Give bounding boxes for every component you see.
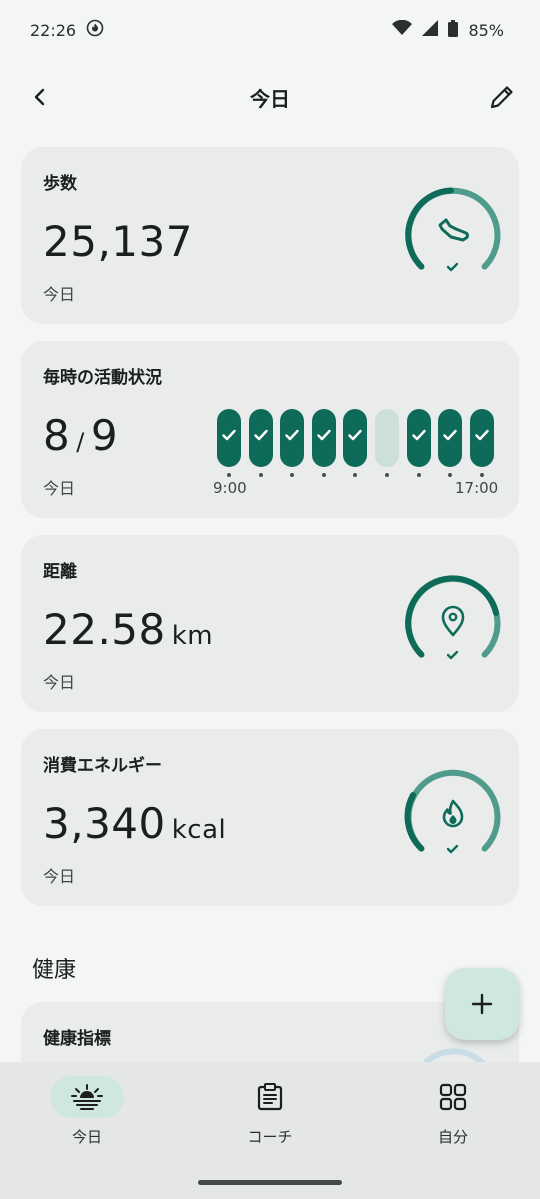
hour-bar	[311, 409, 336, 467]
steps-value: 25,137	[43, 217, 193, 266]
sunrise-icon	[71, 1084, 103, 1110]
energy-number: 3,340	[43, 799, 166, 848]
flame-notification-icon	[86, 19, 104, 41]
distance-value: 22.58 km	[43, 605, 213, 654]
goal-check-icon	[446, 844, 459, 854]
distance-progress-ring	[405, 575, 501, 660]
goal-check-icon	[446, 650, 459, 660]
hourly-period: 今日	[43, 479, 76, 498]
nav-item-profile[interactable]: 自分	[383, 1076, 523, 1147]
hour-dot	[258, 473, 263, 477]
hour-dot	[416, 473, 421, 477]
edit-button[interactable]	[486, 81, 518, 113]
hour-bar	[469, 409, 494, 467]
hour-dot	[448, 473, 453, 477]
cellular-signal-icon	[422, 20, 439, 40]
hourly-total: 9	[90, 411, 119, 460]
nav-item-today[interactable]: 今日	[17, 1076, 157, 1147]
plus-icon	[471, 993, 493, 1015]
app-header: 今日	[0, 68, 540, 126]
hourly-separator: /	[76, 428, 85, 456]
wifi-icon	[392, 19, 413, 40]
energy-period: 今日	[43, 867, 76, 886]
nav-profile-pill	[416, 1076, 490, 1118]
nav-label-profile: 自分	[437, 1128, 468, 1146]
bottom-navigation: 今日 コーチ 自分	[0, 1062, 540, 1199]
hourly-count: 8	[43, 411, 71, 460]
clipboard-icon	[257, 1083, 283, 1111]
hourly-value: 8/9	[43, 411, 118, 460]
nav-label-today: 今日	[71, 1128, 102, 1146]
hour-end-label: 17:00	[455, 479, 499, 497]
nav-item-coach[interactable]: コーチ	[200, 1076, 340, 1147]
steps-card[interactable]: 歩数 25,137 今日	[21, 147, 519, 324]
shoe-icon	[438, 218, 469, 242]
energy-progress-ring	[404, 769, 501, 854]
hour-dot	[385, 473, 389, 477]
health-section-heading: 健康	[32, 958, 77, 983]
nav-label-coach: コーチ	[247, 1128, 293, 1146]
steps-period: 今日	[43, 285, 76, 304]
goal-check-icon	[446, 262, 459, 272]
distance-unit: km	[171, 621, 214, 651]
grid-icon	[439, 1083, 467, 1111]
hour-dot	[353, 473, 358, 477]
hour-dot	[321, 473, 326, 477]
hour-dot	[290, 473, 295, 477]
energy-value: 3,340 kcal	[43, 799, 226, 848]
hourly-bars	[217, 409, 497, 469]
status-time: 22:26	[30, 20, 77, 40]
battery-percent: 85%	[468, 20, 504, 40]
location-pin-icon	[441, 605, 465, 637]
steps-progress-ring	[405, 187, 501, 272]
chevron-left-icon	[34, 88, 45, 106]
hour-bar	[280, 409, 305, 467]
flame-icon	[442, 799, 464, 828]
energy-unit: kcal	[171, 815, 227, 845]
distance-period: 今日	[43, 673, 76, 692]
hourly-activity-card[interactable]: 毎時の活動状況 8/9 今日 9:00 17:00	[21, 341, 519, 518]
page-title: 今日	[250, 86, 290, 111]
hour-bar	[438, 409, 463, 467]
distance-card[interactable]: 距離 22.58 km 今日	[21, 535, 519, 712]
nav-coach-pill	[233, 1076, 307, 1118]
hour-bar	[217, 409, 241, 467]
battery-icon	[448, 19, 459, 41]
hour-start-label: 9:00	[213, 479, 247, 497]
hour-bar	[343, 409, 368, 467]
hour-bar	[375, 409, 399, 467]
hour-bar	[248, 409, 273, 467]
hour-bar	[406, 409, 431, 467]
gesture-bar[interactable]	[198, 1180, 342, 1185]
add-button[interactable]	[445, 968, 519, 1040]
hour-dot	[479, 473, 484, 477]
hourly-title: 毎時の活動状況	[43, 368, 162, 388]
distance-number: 22.58	[43, 605, 166, 654]
energy-card[interactable]: 消費エネルギー 3,340 kcal 今日	[21, 729, 519, 906]
pencil-icon	[490, 86, 513, 109]
status-bar: 22:26 85%	[0, 0, 540, 60]
hour-dot	[227, 473, 231, 477]
nav-today-pill	[50, 1076, 124, 1118]
back-button[interactable]	[24, 81, 56, 113]
